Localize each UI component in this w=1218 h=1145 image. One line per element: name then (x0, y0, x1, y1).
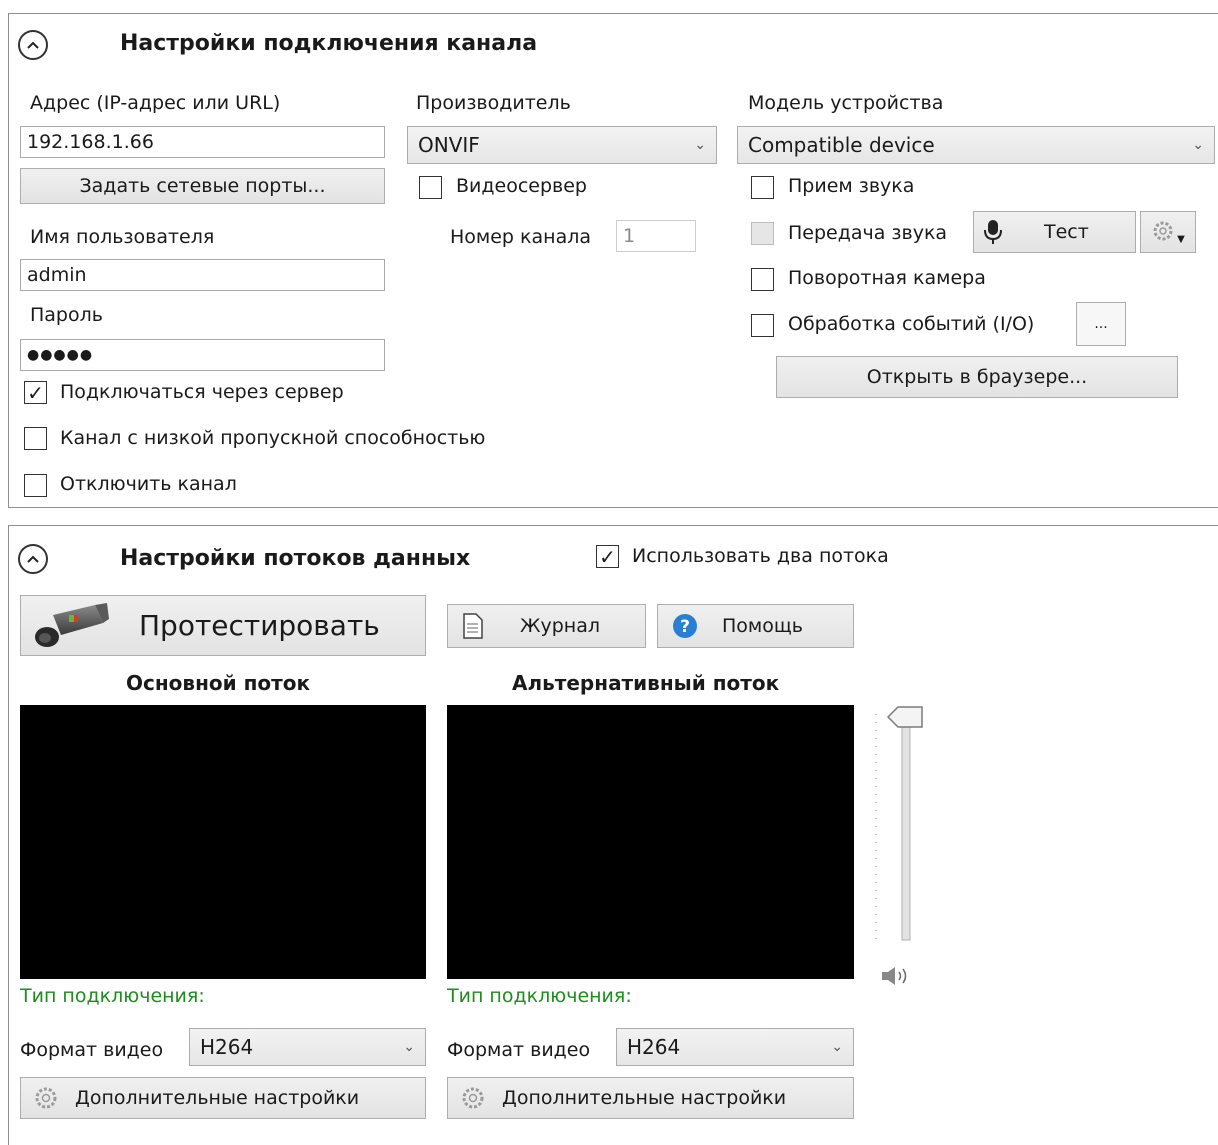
main-stream-title: Основной поток (126, 671, 311, 695)
alt-stream-title: Альтернативный поток (512, 671, 780, 695)
videoserver-checkbox[interactable] (419, 176, 442, 199)
run-test-label: Протестировать (139, 609, 380, 642)
manufacturer-label: Производитель (416, 92, 571, 114)
alt-advanced-settings-button[interactable]: Дополнительные настройки (447, 1077, 854, 1119)
main-connection-type-label: Тип подключения: (20, 985, 205, 1007)
chevron-up-icon (27, 41, 39, 49)
chevron-down-icon: ⌄ (403, 1039, 415, 1055)
model-label: Модель устройства (748, 92, 944, 114)
low-bandwidth-checkbox[interactable] (24, 427, 47, 450)
ptz-camera-label: Поворотная камера (788, 267, 986, 289)
collapse-connection-button[interactable] (18, 30, 48, 60)
disable-channel-label: Отключить канал (60, 473, 237, 495)
events-settings-button[interactable]: ... (1076, 302, 1126, 346)
help-icon: ? (673, 614, 697, 638)
use-two-streams-label: Использовать два потока (632, 545, 889, 567)
gear-icon (35, 1087, 57, 1109)
help-button[interactable]: ? Помощь (657, 604, 854, 648)
username-label: Имя пользователя (30, 226, 215, 248)
receive-audio-label: Прием звука (788, 175, 915, 197)
log-label: Журнал (520, 615, 600, 637)
caret-down-icon: ▼ (1177, 233, 1185, 245)
main-video-format-value: H264 (200, 1035, 254, 1059)
volume-slider-thumb[interactable] (886, 704, 926, 730)
main-video-format-label: Формат видео (20, 1039, 164, 1061)
username-input[interactable]: admin (20, 259, 385, 291)
connect-via-server-checkbox[interactable]: ✓ (24, 381, 47, 404)
chevron-down-icon: ⌄ (831, 1039, 843, 1055)
alt-stream-preview (447, 705, 854, 979)
password-input[interactable]: ●●●●● (20, 339, 385, 371)
gear-icon (462, 1087, 484, 1109)
gear-icon (1153, 221, 1173, 241)
collapse-streams-button[interactable] (18, 544, 48, 574)
chevron-up-icon (27, 555, 39, 563)
model-value: Compatible device (748, 133, 935, 157)
address-input[interactable]: 192.168.1.66 (20, 126, 385, 158)
log-button[interactable]: Журнал (447, 604, 646, 648)
speaker-icon[interactable] (880, 964, 916, 988)
transmit-audio-label: Передача звука (788, 222, 948, 244)
connection-settings-title: Настройки подключения канала (120, 31, 538, 56)
alt-advanced-settings-label: Дополнительные настройки (502, 1087, 787, 1109)
channel-number-label: Номер канала (450, 226, 592, 248)
chevron-down-icon: ⌄ (1192, 137, 1204, 153)
microphone-icon (984, 220, 1002, 244)
model-select[interactable]: Compatible device ⌄ (737, 126, 1215, 164)
volume-slider[interactable] (868, 700, 928, 960)
use-two-streams-checkbox[interactable]: ✓ (596, 545, 619, 568)
run-test-button[interactable]: Протестировать (20, 595, 426, 656)
disable-channel-checkbox[interactable] (24, 474, 47, 497)
audio-settings-dropdown-button[interactable]: ▼ (1140, 211, 1196, 253)
events-io-label: Обработка событий (I/O) (788, 313, 1035, 335)
connect-via-server-label: Подключаться через сервер (60, 381, 344, 403)
channel-number-input[interactable]: 1 (616, 220, 696, 252)
alt-connection-type-label: Тип подключения: (447, 985, 632, 1007)
alt-video-format-label: Формат видео (447, 1039, 591, 1061)
main-advanced-settings-label: Дополнительные настройки (75, 1087, 360, 1109)
streams-settings-title: Настройки потоков данных (120, 546, 471, 571)
set-network-ports-button[interactable]: Задать сетевые порты... (20, 168, 385, 204)
password-label: Пароль (30, 304, 103, 326)
alt-video-format-value: H264 (627, 1035, 681, 1059)
address-label: Адрес (IP-адрес или URL) (30, 92, 281, 114)
audio-test-label: Тест (1044, 221, 1089, 243)
transmit-audio-checkbox[interactable] (751, 222, 774, 245)
alt-video-format-select[interactable]: H264 ⌄ (616, 1028, 854, 1066)
open-in-browser-button[interactable]: Открыть в браузере... (776, 356, 1178, 398)
main-advanced-settings-button[interactable]: Дополнительные настройки (20, 1077, 426, 1119)
receive-audio-checkbox[interactable] (751, 176, 774, 199)
manufacturer-select[interactable]: ONVIF ⌄ (407, 126, 717, 164)
chevron-down-icon: ⌄ (694, 137, 706, 153)
document-icon (463, 613, 483, 639)
camera-icon (35, 602, 109, 647)
videoserver-label: Видеосервер (456, 175, 587, 197)
svg-text:?: ? (680, 617, 690, 637)
audio-test-button[interactable]: Тест (973, 211, 1136, 253)
events-io-checkbox[interactable] (751, 314, 774, 337)
manufacturer-value: ONVIF (418, 133, 480, 157)
low-bandwidth-label: Канал с низкой пропускной способностью (60, 427, 486, 449)
main-stream-preview (20, 705, 426, 979)
main-video-format-select[interactable]: H264 ⌄ (189, 1028, 426, 1066)
ptz-camera-checkbox[interactable] (751, 268, 774, 291)
help-label: Помощь (722, 615, 803, 637)
